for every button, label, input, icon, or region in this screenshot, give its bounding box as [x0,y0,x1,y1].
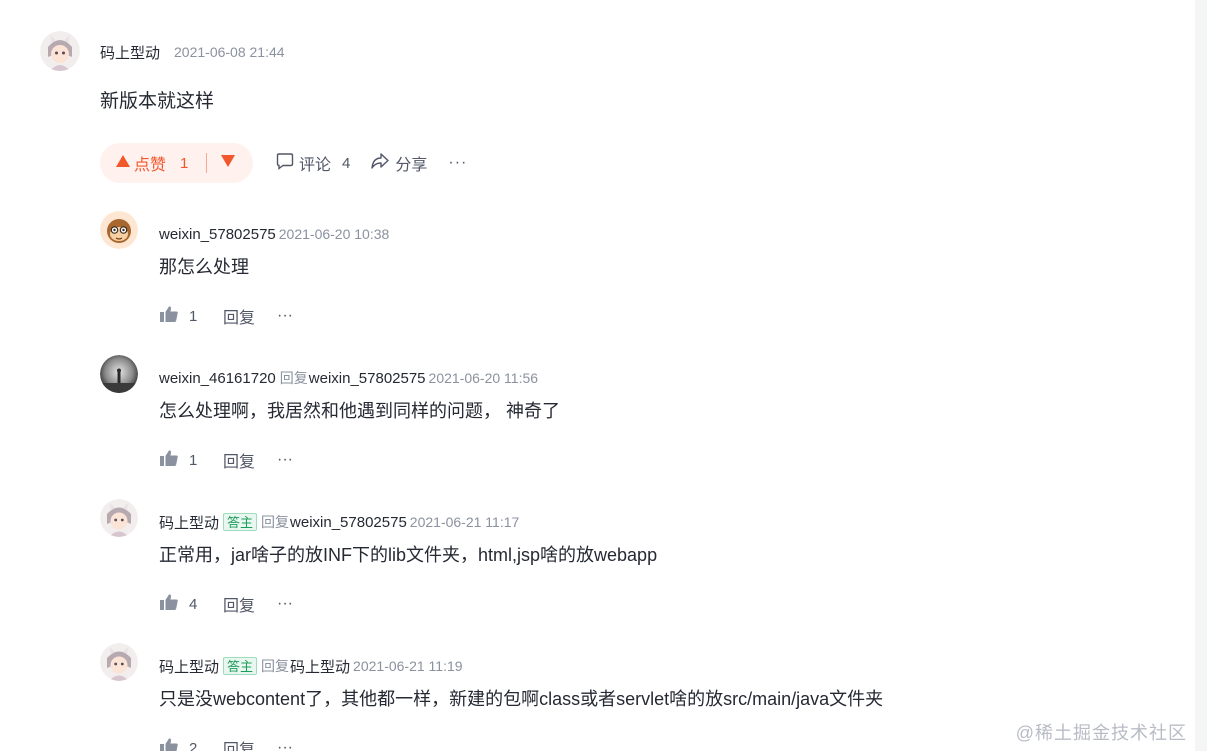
reply-target-user[interactable]: weixin_57802575 [290,514,407,531]
thumbs-up-icon [159,449,179,472]
reply-actions: 1 回复 ··· [159,448,293,472]
reply-item: 码上型动 答主 回复 weixin_57802575 2021-06-21 11… [100,499,1100,629]
reply-author[interactable]: 码上型动 [159,512,219,533]
like-count: 2 [189,739,198,751]
reply-meta: weixin_46161720 回复 weixin_57802575 2021-… [159,368,538,388]
like-count: 1 [189,307,198,325]
more-options-button[interactable]: ··· [448,154,467,172]
comment-time: 2021-06-08 21:44 [174,44,285,60]
reply-content: 只是没webcontent了，其他都一样，新建的包啊class或者servlet… [159,689,884,709]
thumbs-up-icon [159,305,179,328]
reply-author[interactable]: weixin_46161720 [159,370,276,387]
like-button[interactable]: 2 [159,737,213,751]
reply-meta: weixin_57802575 2021-06-20 10:38 [159,224,389,244]
share-button[interactable]: 分享 [370,151,427,175]
vote-divider [206,153,208,173]
comment-card: 码上型动 2021-06-08 21:44 新版本就这样 点赞 1 评论 4 分… [0,0,1195,751]
reply-to-label: 回复 [261,658,290,674]
upvote-button[interactable]: 点赞 1 [116,151,188,175]
reply-item: 码上型动 答主 回复 码上型动 2021-06-21 11:19 只是没webc… [100,643,1100,751]
reply-to-label: 回复 [279,370,308,386]
reply-target-user[interactable]: 码上型动 [290,656,350,677]
author-badge: 答主 [223,657,258,675]
reply-avatar[interactable] [100,499,138,537]
reply-meta: 码上型动 答主 回复 weixin_57802575 2021-06-21 11… [159,512,519,532]
upvote-count: 1 [180,154,189,172]
like-button[interactable]: 1 [159,305,213,328]
reply-button[interactable]: 回复 [223,592,255,616]
downvote-button[interactable] [221,154,236,172]
reply-actions: 1 回复 ··· [159,304,293,328]
comment-bubble-icon [276,152,299,175]
comment-meta: 码上型动 2021-06-08 21:44 [100,42,285,62]
reply-button[interactable]: 回复 [223,304,255,328]
like-button[interactable]: 1 [159,449,213,472]
comment-button[interactable]: 评论 4 [276,151,350,175]
upvote-triangle-icon [116,154,134,172]
reply-avatar[interactable] [100,643,138,681]
author-badge: 答主 [223,513,258,531]
site-watermark: @稀土掘金技术社区 [1015,723,1187,743]
thumbs-up-icon [159,593,179,616]
reply-content: 怎么处理啊，我居然和他遇到同样的问题， 神奇了 [159,401,560,421]
share-arrow-icon [370,152,395,175]
reply-meta: 码上型动 答主 回复 码上型动 2021-06-21 11:19 [159,656,463,676]
upvote-label: 点赞 [134,157,167,174]
like-count: 1 [189,451,198,469]
reply-item: weixin_57802575 2021-06-20 10:38 那怎么处理 1… [100,211,1100,341]
reply-more-button[interactable]: ··· [277,451,293,469]
reply-more-button[interactable]: ··· [277,307,293,325]
reply-more-button[interactable]: ··· [277,595,293,613]
like-button[interactable]: 4 [159,593,213,616]
reply-actions: 4 回复 ··· [159,592,293,616]
comment-action-bar: 点赞 1 评论 4 分享 ··· [100,143,467,183]
downvote-triangle-icon [221,154,236,172]
reply-time: 2021-06-21 11:19 [353,658,463,674]
reply-avatar[interactable] [100,355,138,393]
comment-content: 新版本就这样 [100,91,215,112]
reply-time: 2021-06-20 11:56 [428,370,539,386]
reply-time: 2021-06-20 10:38 [278,226,390,242]
reply-to-label: 回复 [261,514,290,530]
reply-button[interactable]: 回复 [223,448,255,472]
author-avatar[interactable] [40,31,80,71]
reply-actions: 2 回复 ··· [159,736,293,751]
reply-author[interactable]: 码上型动 [159,656,219,677]
reply-time: 2021-06-21 11:17 [409,514,520,530]
author-name[interactable]: 码上型动 [100,42,160,63]
reply-content: 那怎么处理 [159,257,249,277]
reply-item: weixin_46161720 回复 weixin_57802575 2021-… [100,355,1100,485]
share-label: 分享 [395,157,428,174]
comment-label: 评论 [299,157,332,174]
reply-more-button[interactable]: ··· [277,739,293,751]
reply-target-user[interactable]: weixin_57802575 [309,370,426,387]
comment-count: 4 [342,154,351,172]
like-count: 4 [189,595,198,613]
thumbs-up-icon [159,737,179,751]
reply-author[interactable]: weixin_57802575 [159,226,276,243]
reply-content: 正常用，jar啥子的放INF下的lib文件夹，html,jsp啥的放webapp [159,545,658,565]
vote-group: 点赞 1 [100,143,253,183]
reply-button[interactable]: 回复 [223,736,255,751]
reply-avatar[interactable] [100,211,138,249]
